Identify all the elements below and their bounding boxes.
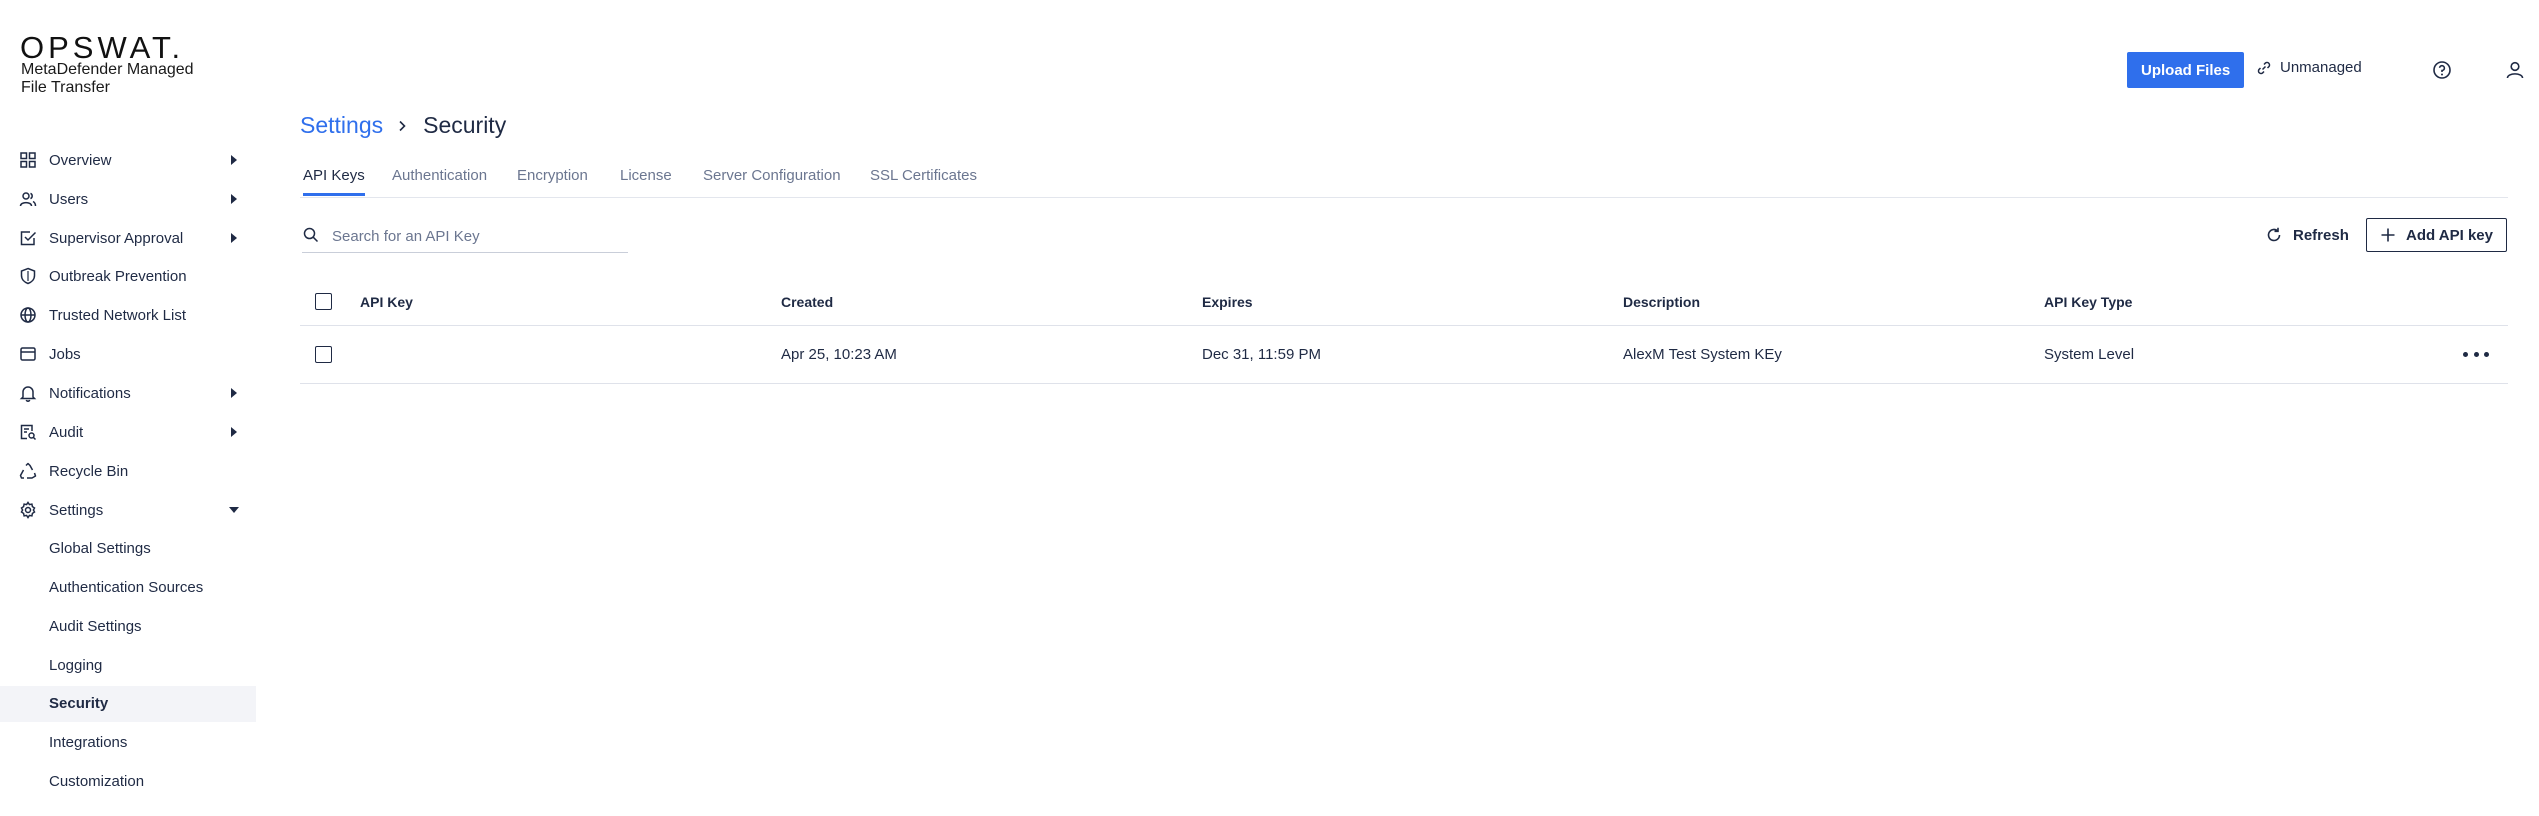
sidebar: OPSWAT. MetaDefender Managed File Transf… (0, 0, 256, 816)
row-checkbox[interactable] (315, 346, 332, 363)
sidebar-item-label: Recycle Bin (49, 462, 129, 480)
column-header-api-key-type[interactable]: API Key Type (2044, 294, 2132, 310)
link-icon (2257, 61, 2271, 74)
sidebar-item-label: Trusted Network List (49, 306, 186, 324)
search-box (302, 222, 628, 253)
tab-bar: API Keys Authentication Encryption Licen… (300, 165, 2508, 198)
sidebar-item-label: Users (49, 190, 89, 208)
sidebar-item-jobs[interactable]: Jobs (0, 336, 256, 372)
tab-api-keys[interactable]: API Keys (303, 167, 365, 196)
sidebar-item-users[interactable]: Users (0, 181, 256, 217)
chevron-right-icon (399, 120, 406, 131)
caret-down-icon[interactable] (227, 503, 241, 517)
sidebar-item-outbreak-prevention[interactable]: Outbreak Prevention (0, 258, 256, 294)
users-icon (19, 192, 37, 207)
breadcrumb-settings-link[interactable]: Settings (300, 112, 383, 139)
upload-files-button[interactable]: Upload Files (2127, 52, 2245, 88)
column-header-expires[interactable]: Expires (1202, 294, 1253, 310)
sidebar-subitem-label: Authentication Sources (49, 579, 204, 596)
sidebar-item-audit[interactable]: Audit (0, 414, 256, 450)
sidebar-item-label: Jobs (49, 345, 81, 363)
column-header-description[interactable]: Description (1623, 294, 1700, 310)
add-api-key-label: Add API key (2406, 226, 2493, 244)
sidebar-subitem-integrations[interactable]: Integrations (0, 725, 256, 761)
page-title: Security (423, 112, 507, 138)
sidebar-item-notifications[interactable]: Notifications (0, 375, 256, 411)
refresh-button[interactable]: Refresh (2265, 222, 2349, 248)
tab-license[interactable]: License (620, 167, 672, 193)
column-header-created[interactable]: Created (781, 294, 833, 310)
column-header-api-key[interactable]: API Key (360, 294, 413, 310)
row-actions-menu-icon[interactable] (2463, 346, 2489, 362)
calendar-icon (20, 347, 36, 361)
plus-icon (2381, 228, 2395, 242)
tab-ssl-certificates[interactable]: SSL Certificates (870, 167, 977, 193)
api-keys-table: API Key Created Expires Description API … (300, 279, 2508, 384)
search-input[interactable] (330, 222, 624, 250)
breadcrumb: Settings Security (300, 112, 506, 139)
sidebar-item-trusted-network-list[interactable]: Trusted Network List (0, 297, 256, 333)
bell-icon (19, 386, 37, 402)
sidebar-subitem-logging[interactable]: Logging (0, 648, 256, 684)
sidebar-subitem-global-settings[interactable]: Global Settings (0, 531, 256, 567)
sidebar-subitem-label: Customization (49, 773, 145, 790)
refresh-label: Refresh (2293, 226, 2349, 244)
sidebar-subitem-label: Security (49, 695, 109, 712)
caret-right-icon[interactable] (227, 386, 241, 400)
refresh-icon (2267, 227, 2281, 242)
cell-api-key-type: System Level (2044, 346, 2135, 363)
sidebar-item-settings[interactable]: Settings (0, 492, 256, 528)
grid-icon (20, 152, 36, 168)
shield-icon (20, 267, 36, 285)
tab-server-configuration[interactable]: Server Configuration (703, 167, 841, 193)
recycle-icon (19, 462, 37, 479)
sidebar-item-overview[interactable]: Overview (0, 142, 256, 178)
search-icon (303, 227, 319, 243)
caret-right-icon[interactable] (227, 192, 241, 206)
unmanaged-link[interactable]: Unmanaged (2256, 59, 2362, 76)
cell-description: AlexM Test System KEy (1623, 346, 1782, 363)
sidebar-subitem-label: Integrations (49, 734, 128, 751)
sidebar-item-supervisor-approval[interactable]: Supervisor Approval (0, 220, 256, 256)
sidebar-item-label: Overview (49, 151, 112, 169)
unmanaged-label: Unmanaged (2280, 59, 2362, 76)
sidebar-subitem-label: Global Settings (49, 540, 151, 557)
caret-right-icon[interactable] (227, 425, 241, 439)
add-api-key-button[interactable]: Add API key (2366, 218, 2507, 252)
sidebar-subitem-authentication-sources[interactable]: Authentication Sources (0, 570, 256, 606)
sidebar-item-label: Outbreak Prevention (49, 267, 187, 285)
help-circle-icon[interactable] (2431, 59, 2453, 81)
sidebar-item-label: Audit (49, 423, 84, 441)
cell-expires: Dec 31, 11:59 PM (1202, 346, 1321, 363)
sidebar-item-label: Supervisor Approval (49, 229, 184, 247)
tab-encryption[interactable]: Encryption (517, 167, 588, 193)
table-row[interactable]: Apr 25, 10:23 AM Dec 31, 11:59 PM AlexM … (300, 326, 2508, 384)
gear-icon (20, 501, 36, 519)
caret-right-icon[interactable] (227, 231, 241, 245)
caret-right-icon[interactable] (227, 153, 241, 167)
sidebar-item-label: Settings (49, 501, 104, 519)
table-header: API Key Created Expires Description API … (300, 279, 2508, 326)
sidebar-subitem-audit-settings[interactable]: Audit Settings (0, 609, 256, 645)
user-icon[interactable] (2504, 59, 2526, 81)
checklist-icon (20, 231, 37, 246)
sidebar-subitem-security[interactable]: Security (0, 686, 256, 722)
select-all-checkbox[interactable] (315, 293, 332, 310)
sidebar-subitem-label: Logging (49, 657, 103, 674)
globe-icon (20, 307, 36, 323)
audit-icon (20, 424, 37, 441)
tab-authentication[interactable]: Authentication (392, 167, 487, 193)
sidebar-subitem-label: Audit Settings (49, 618, 142, 635)
sidebar-subitem-customization[interactable]: Customization (0, 764, 256, 800)
sidebar-item-label: Notifications (49, 384, 131, 402)
product-name: MetaDefender Managed File Transfer (21, 61, 194, 96)
cell-created: Apr 25, 10:23 AM (781, 346, 897, 363)
sidebar-item-recycle-bin[interactable]: Recycle Bin (0, 453, 256, 489)
